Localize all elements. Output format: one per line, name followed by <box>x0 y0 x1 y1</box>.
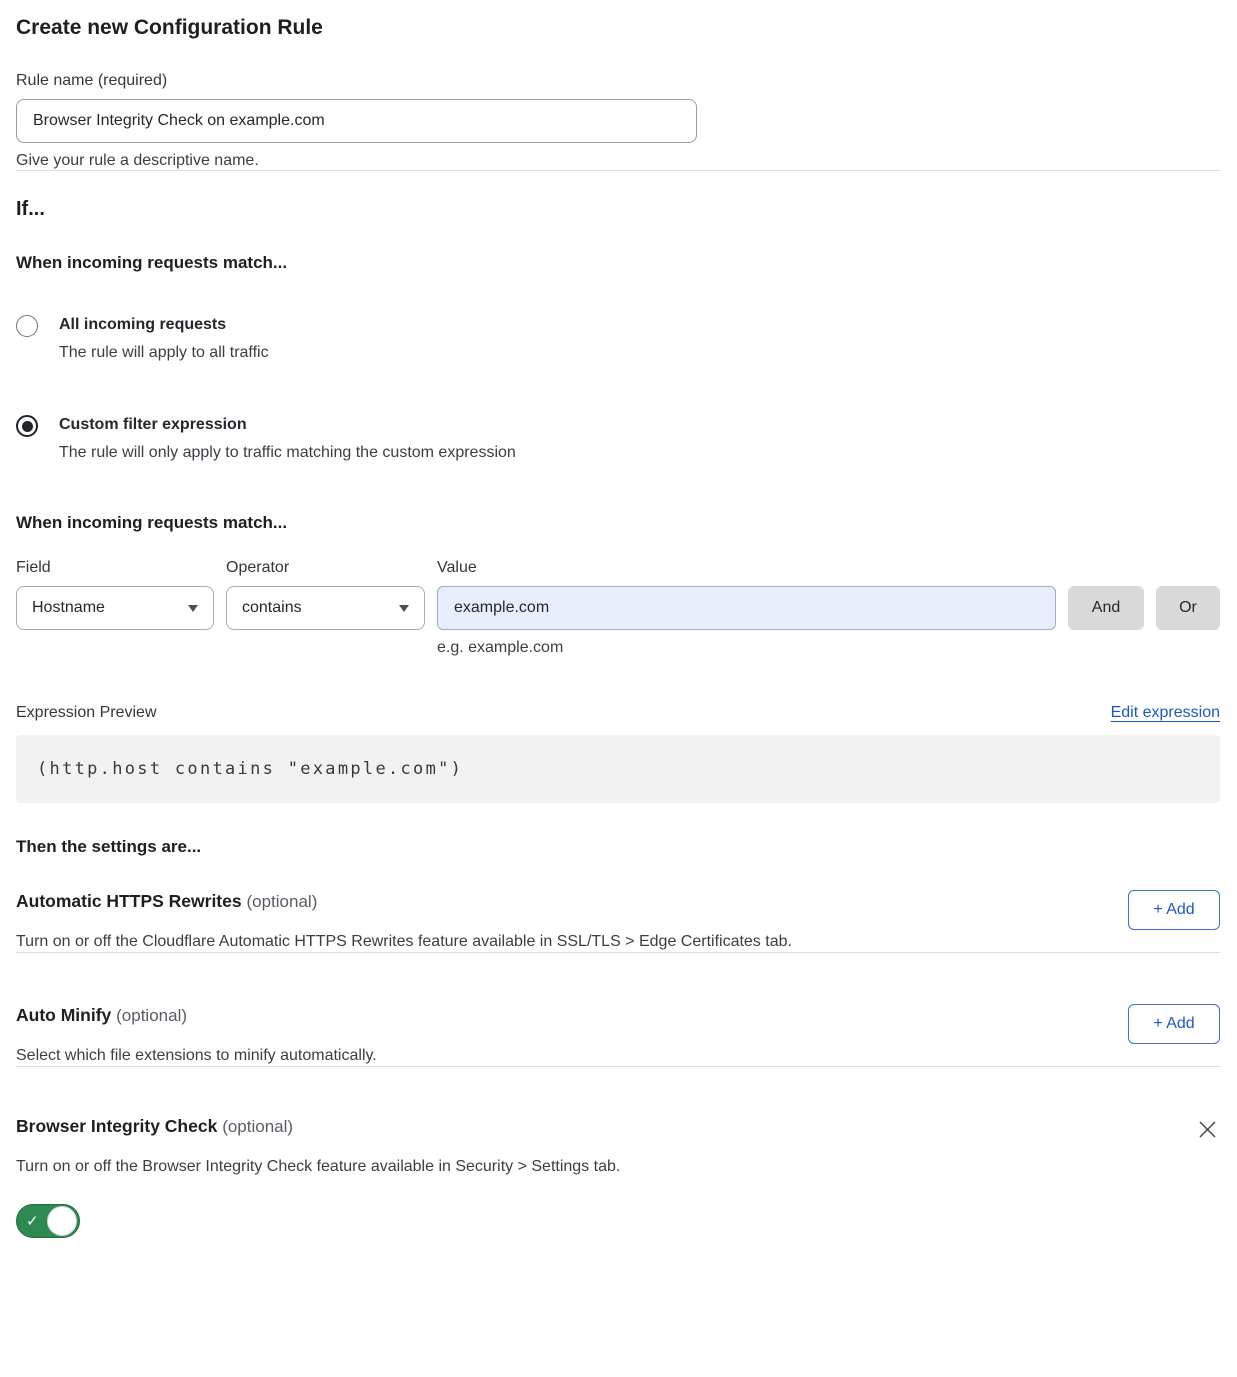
filter-builder-row: Hostname contains And Or <box>16 586 1220 630</box>
rule-name-label: Rule name (required) <box>16 72 1220 90</box>
setting-auto-minify: Auto Minify (optional) Select which file… <box>16 1004 1220 1066</box>
setting-automatic-https-rewrites: Automatic HTTPS Rewrites (optional) Turn… <box>16 890 1220 952</box>
expression-code: (http.host contains "example.com") <box>37 759 463 779</box>
setting-title: Auto Minify <box>16 1005 111 1025</box>
radio-custom-filter-label: Custom filter expression <box>59 414 516 435</box>
radio-all-requests-label: All incoming requests <box>59 314 269 335</box>
edit-expression-link[interactable]: Edit expression <box>1111 704 1220 722</box>
page-title: Create new Configuration Rule <box>16 16 1220 40</box>
optional-tag: (optional) <box>116 1006 187 1025</box>
when-match-heading: When incoming requests match... <box>16 253 1220 273</box>
optional-tag: (optional) <box>222 1117 293 1136</box>
remove-setting-button[interactable] <box>1195 1117 1220 1142</box>
setting-title: Browser Integrity Check <box>16 1116 217 1136</box>
value-label: Value <box>437 559 477 577</box>
radio-selected-icon[interactable] <box>16 415 38 437</box>
setting-description: Select which file extensions to minify a… <box>16 1045 377 1066</box>
expression-preview-label: Expression Preview <box>16 704 157 722</box>
radio-all-requests-description: The rule will apply to all traffic <box>59 343 269 363</box>
filter-builder-labels: Field Operator Value <box>16 559 1220 577</box>
radio-option-all-requests[interactable]: All incoming requests The rule will appl… <box>16 314 1220 363</box>
divider <box>16 952 1220 953</box>
if-heading: If... <box>16 198 1220 221</box>
chevron-down-icon <box>188 605 198 612</box>
setting-browser-integrity-check: Browser Integrity Check (optional) Turn … <box>16 1115 1220 1238</box>
settings-heading: Then the settings are... <box>16 837 1220 857</box>
setting-description: Turn on or off the Cloudflare Automatic … <box>16 931 792 952</box>
optional-tag: (optional) <box>246 892 317 911</box>
check-icon: ✓ <box>26 1214 39 1229</box>
value-input[interactable] <box>437 586 1056 630</box>
rule-name-help: Give your rule a descriptive name. <box>16 152 1220 170</box>
and-button[interactable]: And <box>1068 586 1144 630</box>
setting-description: Turn on or off the Browser Integrity Che… <box>16 1156 620 1177</box>
operator-select[interactable]: contains <box>226 586 425 630</box>
radio-unselected-icon[interactable] <box>16 315 38 337</box>
browser-integrity-check-toggle[interactable]: ✓ <box>16 1204 80 1238</box>
rule-name-input[interactable] <box>16 99 697 143</box>
value-help-text: e.g. example.com <box>437 639 1220 657</box>
divider <box>16 1066 1220 1067</box>
operator-select-value: contains <box>242 599 302 617</box>
expression-preview-block: (http.host contains "example.com") <box>16 735 1220 803</box>
field-select[interactable]: Hostname <box>16 586 214 630</box>
filter-builder-heading: When incoming requests match... <box>16 513 1220 533</box>
add-auto-minify-button[interactable]: + Add <box>1128 1004 1220 1044</box>
toggle-knob[interactable] <box>47 1206 77 1236</box>
expression-preview-header: Expression Preview Edit expression <box>16 704 1220 722</box>
operator-label: Operator <box>226 559 437 577</box>
chevron-down-icon <box>399 605 409 612</box>
divider <box>16 170 1220 171</box>
radio-custom-filter-description: The rule will only apply to traffic matc… <box>59 443 516 463</box>
field-label: Field <box>16 559 226 577</box>
close-icon <box>1197 1119 1218 1140</box>
or-button[interactable]: Or <box>1156 586 1220 630</box>
setting-title: Automatic HTTPS Rewrites <box>16 891 242 911</box>
rule-name-section: Rule name (required) Give your rule a de… <box>16 72 1220 170</box>
radio-option-custom-filter[interactable]: Custom filter expression The rule will o… <box>16 414 1220 463</box>
add-automatic-https-rewrites-button[interactable]: + Add <box>1128 890 1220 930</box>
field-select-value: Hostname <box>32 599 105 617</box>
